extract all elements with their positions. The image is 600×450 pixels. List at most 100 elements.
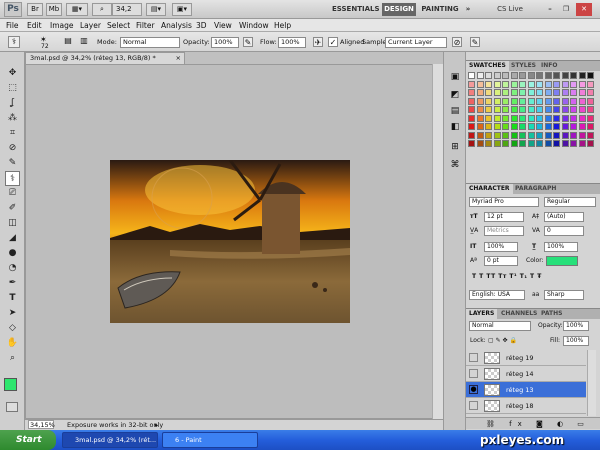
swatch[interactable] — [485, 97, 492, 105]
baseline-shift-field[interactable]: 0 pt — [484, 256, 518, 266]
language-select[interactable]: English: USA — [469, 290, 525, 300]
pen-tool-icon[interactable]: ✒ — [5, 276, 20, 291]
eraser-tool-icon[interactable]: ◫ — [5, 216, 20, 231]
type-tool-icon[interactable]: T — [5, 291, 20, 306]
swatch[interactable] — [493, 114, 501, 122]
swatch[interactable] — [485, 114, 492, 122]
swatch[interactable] — [553, 89, 560, 96]
menu-help[interactable]: Help — [274, 20, 291, 31]
vertical-scale-field[interactable]: 100% — [484, 242, 518, 252]
swatch[interactable] — [527, 123, 535, 130]
swatch[interactable] — [527, 106, 535, 113]
swatch[interactable] — [587, 140, 594, 147]
swatch[interactable] — [578, 97, 586, 105]
menu-analysis[interactable]: Analysis — [161, 20, 192, 31]
swatch[interactable] — [570, 72, 577, 79]
anti-alias-select[interactable]: Sharp — [544, 290, 584, 300]
swatch[interactable] — [536, 72, 543, 79]
zoom-level-field[interactable]: 34,2 — [112, 3, 142, 16]
swatch[interactable] — [527, 131, 535, 139]
swatch[interactable] — [502, 114, 509, 122]
actions-panel-icon[interactable]: ◧ — [448, 120, 462, 134]
swatch[interactable] — [519, 80, 526, 88]
swatch[interactable] — [544, 72, 552, 79]
tab-info[interactable]: INFO — [538, 61, 560, 71]
swatch[interactable] — [527, 72, 535, 79]
minimize-icon[interactable]: – — [544, 3, 556, 16]
swatch[interactable] — [544, 89, 552, 96]
horizontal-scale-field[interactable]: 100% — [544, 242, 578, 252]
swatch[interactable] — [485, 123, 492, 130]
taskbar-item-photoshop[interactable]: 3mal.psd @ 34,2% (rét... — [62, 432, 158, 448]
swatch[interactable] — [519, 72, 526, 79]
swatch[interactable] — [519, 140, 526, 147]
quick-select-tool-icon[interactable]: ⁂ — [5, 111, 20, 126]
dodge-tool-icon[interactable]: ◔ — [5, 261, 20, 276]
swatch[interactable] — [570, 131, 577, 139]
fill-field[interactable]: 100% — [563, 336, 589, 346]
masks-panel-icon[interactable]: ⌘ — [448, 158, 462, 172]
layer-row[interactable]: réteg 18 — [466, 398, 586, 414]
swatch[interactable] — [527, 140, 535, 147]
visibility-toggle[interactable] — [469, 401, 478, 410]
swatch[interactable] — [544, 140, 552, 147]
swatch[interactable] — [493, 89, 501, 96]
swatch[interactable] — [476, 97, 484, 105]
swatch[interactable] — [553, 106, 560, 113]
menu-image[interactable]: Image — [50, 20, 74, 31]
brush-panel-icon[interactable]: ▤ — [62, 36, 74, 48]
swatch[interactable] — [587, 80, 594, 88]
document-tab[interactable]: 3mal.psd @ 34,2% (réteg 13, RGB/8) * × — [25, 52, 185, 64]
swatch[interactable] — [536, 80, 543, 88]
swatch[interactable] — [536, 140, 543, 147]
swatch[interactable] — [468, 89, 475, 96]
menu-filter[interactable]: Filter — [136, 20, 155, 31]
tab-layers[interactable]: LAYERS — [466, 309, 498, 319]
menu-edit[interactable]: Edit — [27, 20, 42, 31]
history-panel-icon[interactable]: ▤ — [448, 104, 462, 118]
eyedropper-tool-icon[interactable]: ⊘ — [5, 141, 20, 156]
history-brush-tool-icon[interactable]: ⎚ — [5, 186, 20, 201]
path-selection-tool-icon[interactable]: ➤ — [5, 306, 20, 321]
marquee-tool-icon[interactable]: ⬚ — [5, 81, 20, 96]
opacity-field[interactable]: 100% — [211, 37, 239, 48]
start-button[interactable]: Start — [0, 430, 56, 450]
swatch[interactable] — [561, 131, 569, 139]
font-size-field[interactable]: 12 pt — [484, 212, 524, 222]
swatch[interactable] — [570, 80, 577, 88]
swatch[interactable] — [476, 114, 484, 122]
swatch[interactable] — [578, 72, 586, 79]
swatch[interactable] — [553, 72, 560, 79]
visibility-toggle[interactable] — [469, 353, 478, 362]
leading-field[interactable]: (Auto) — [544, 212, 584, 222]
swatch[interactable] — [561, 97, 569, 105]
swatch[interactable] — [519, 106, 526, 113]
text-color-swatch[interactable] — [546, 256, 578, 266]
swatch[interactable] — [502, 131, 509, 139]
swatch[interactable] — [468, 72, 475, 79]
swatch[interactable] — [587, 89, 594, 96]
swatch[interactable] — [553, 97, 560, 105]
adjustments-panel-icon[interactable]: ⊞ — [448, 140, 462, 154]
swatch[interactable] — [544, 131, 552, 139]
swatch[interactable] — [502, 140, 509, 147]
clone-stamp-icon[interactable]: ⚕ — [8, 36, 20, 48]
workspace-essentials[interactable]: ESSENTIALS — [332, 3, 380, 16]
swatch[interactable] — [502, 89, 509, 96]
swatch[interactable] — [468, 97, 475, 105]
quick-mask-icon[interactable] — [6, 402, 18, 412]
swatch[interactable] — [570, 123, 577, 130]
menu-select[interactable]: Select — [107, 20, 130, 31]
swatch[interactable] — [476, 131, 484, 139]
swatch[interactable] — [578, 80, 586, 88]
swatch[interactable] — [519, 97, 526, 105]
gradient-tool-icon[interactable]: ◢ — [5, 231, 20, 246]
hand-tool-icon[interactable]: ✋ — [5, 336, 20, 351]
layers-scrollbar[interactable] — [587, 350, 596, 416]
swatch[interactable] — [536, 123, 543, 130]
pressure-size-icon[interactable]: ✎ — [470, 37, 480, 47]
swatch[interactable] — [536, 114, 543, 122]
swatch[interactable] — [544, 114, 552, 122]
clone-stamp-tool-icon[interactable]: ⚕ — [5, 171, 20, 186]
tab-styles[interactable]: STYLES — [508, 61, 539, 71]
